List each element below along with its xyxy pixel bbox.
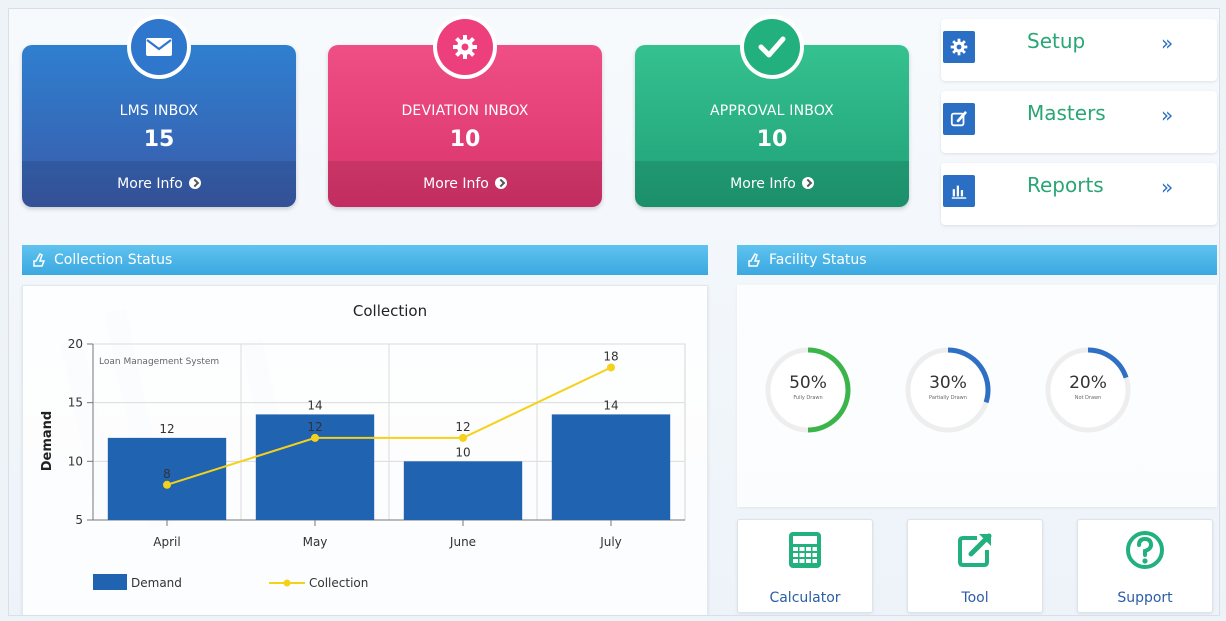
reports-link[interactable]: Reports » <box>941 163 1217 225</box>
deviation-inbox-card[interactable]: DEVIATION INBOX 10 More Info <box>328 15 602 207</box>
approval-inbox-title: APPROVAL INBOX <box>710 103 834 119</box>
bar-june <box>403 461 523 520</box>
arrow-circle-icon <box>801 177 814 189</box>
envelope-icon <box>146 38 172 56</box>
tool-label: Tool <box>961 590 989 606</box>
double-chevron-right-icon: » <box>1161 175 1174 199</box>
setup-link[interactable]: Setup » <box>941 19 1217 81</box>
chart-title: Collection <box>353 302 427 320</box>
deviation-badge <box>433 15 497 79</box>
lms-inbox-count: 15 <box>143 127 175 152</box>
legend-demand-label: Demand <box>131 576 182 590</box>
check-icon <box>758 36 786 58</box>
chart-legend: Demand Collection <box>93 574 368 590</box>
legend-collection-label: Collection <box>309 576 368 590</box>
bar-value-label: 14 <box>603 398 618 412</box>
tool-tile[interactable]: Tool <box>907 519 1043 613</box>
collection-value-label: 12 <box>455 420 470 434</box>
collection-value-label: 12 <box>307 420 322 434</box>
support-label: Support <box>1117 590 1173 606</box>
legend-demand-swatch <box>93 574 127 590</box>
lms-more-info-link[interactable]: More Info <box>22 161 296 207</box>
legend-collection-marker <box>283 579 291 587</box>
deviation-inbox-title: DEVIATION INBOX <box>401 103 529 119</box>
approval-badge <box>740 15 804 79</box>
lms-more-info-label: More Info <box>117 176 183 192</box>
hand-pointer-icon <box>748 253 761 267</box>
donut-percent: 50% <box>789 373 827 393</box>
bar-value-label: 10 <box>455 445 470 459</box>
lms-badge <box>127 15 191 79</box>
reports-label: Reports <box>1027 173 1104 197</box>
dashboard: LMS INBOX 15 More Info DEVIATION INBOX 1… <box>8 8 1220 616</box>
chart-line: 8 12 12 18 <box>163 349 619 489</box>
facility-status-header: Facility Status <box>737 245 1217 275</box>
deviation-inbox-count: 10 <box>449 127 481 152</box>
x-tick-label: May <box>303 535 328 549</box>
hand-pointer-icon <box>33 253 46 267</box>
arrow-circle-icon <box>188 177 201 189</box>
chart-subtitle: Loan Management System <box>99 357 219 367</box>
edit-icon <box>943 103 975 135</box>
facility-donut-fully-drawn: 50% Fully Drawn <box>763 345 853 435</box>
collection-value-label: 18 <box>603 349 618 363</box>
donut-label: Partially Drawn <box>929 395 967 401</box>
x-tick-label: April <box>153 535 180 549</box>
deviation-more-info-label: More Info <box>423 176 489 192</box>
donut-label: Fully Drawn <box>793 395 823 401</box>
bar-july <box>551 414 671 520</box>
y-tick-label: 10 <box>68 454 83 468</box>
calculator-icon <box>789 532 821 568</box>
x-tick-label: July <box>599 535 622 549</box>
collection-status-header: Collection Status <box>22 245 708 275</box>
approval-more-info-link[interactable]: More Info <box>635 161 909 207</box>
facility-donut-partially-drawn: 30% Partially Drawn <box>903 345 993 435</box>
collection-chart: Collection 5 10 15 20 12 April 14 May 10 June 14 J… <box>40 302 686 590</box>
calculator-tile[interactable]: Calculator <box>737 519 873 613</box>
donut-percent: 20% <box>1069 373 1107 393</box>
gear-icon <box>943 31 975 63</box>
y-axis-label: Demand <box>40 411 55 472</box>
lms-inbox-card[interactable]: LMS INBOX 15 More Info <box>22 15 296 207</box>
collection-point <box>311 433 319 442</box>
collection-chart-panel: Collection 5 10 15 20 12 April 14 May 10 June 14 J… <box>22 285 708 615</box>
lms-inbox-title: LMS INBOX <box>119 103 199 119</box>
masters-label: Masters <box>1027 101 1106 125</box>
y-tick-label: 20 <box>68 337 83 351</box>
arrow-circle-icon <box>494 177 507 189</box>
approval-inbox-card[interactable]: APPROVAL INBOX 10 More Info <box>635 15 909 207</box>
y-tick-label: 15 <box>68 396 83 410</box>
bar-value-label: 12 <box>159 422 174 436</box>
support-tile[interactable]: Support <box>1077 519 1213 613</box>
setup-label: Setup <box>1027 29 1086 53</box>
collection-point <box>163 480 171 489</box>
masters-link[interactable]: Masters » <box>941 91 1217 153</box>
donut-label: Not Drawn <box>1074 395 1102 401</box>
facility-status-panel: 50% Fully Drawn 30% Partially Drawn 20% … <box>737 285 1217 507</box>
question-icon <box>1126 531 1164 569</box>
collection-point <box>459 433 467 442</box>
approval-inbox-count: 10 <box>756 127 788 152</box>
bar-value-label: 14 <box>307 398 322 412</box>
facility-donut-not-drawn: 20% Not Drawn <box>1043 345 1133 435</box>
y-tick-label: 5 <box>75 513 83 527</box>
facility-status-title: Facility Status <box>769 252 867 268</box>
collection-value-label: 8 <box>163 467 171 481</box>
gear-icon <box>453 35 477 59</box>
double-chevron-right-icon: » <box>1161 31 1174 55</box>
double-chevron-right-icon: » <box>1161 103 1174 127</box>
deviation-more-info-link[interactable]: More Info <box>328 161 602 207</box>
calculator-label: Calculator <box>769 590 841 606</box>
external-link-icon <box>958 533 992 567</box>
bar-chart-icon <box>943 175 975 207</box>
collection-point <box>607 363 615 372</box>
approval-more-info-label: More Info <box>730 176 796 192</box>
x-tick-label: June <box>449 535 476 549</box>
donut-percent: 30% <box>929 373 967 393</box>
collection-status-title: Collection Status <box>54 252 173 268</box>
